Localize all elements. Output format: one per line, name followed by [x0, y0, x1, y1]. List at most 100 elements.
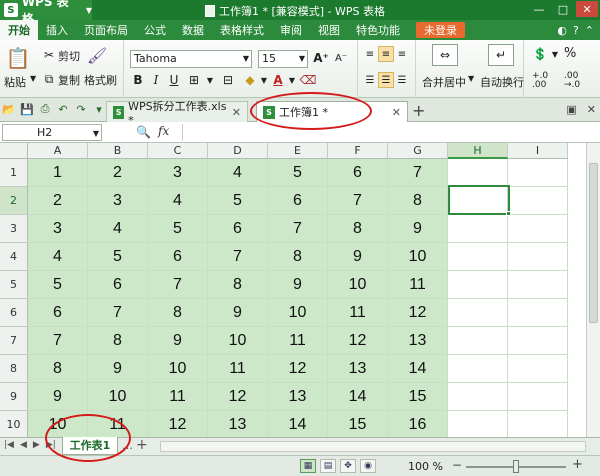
cell-f5[interactable]: 10 — [328, 271, 388, 299]
last-sheet-icon[interactable]: ▶| — [46, 440, 56, 450]
next-sheet-icon[interactable]: ▶ — [33, 440, 40, 450]
cell-g2[interactable]: 8 — [388, 187, 448, 215]
cell-h5[interactable] — [448, 271, 508, 299]
cell-g7[interactable]: 13 — [388, 327, 448, 355]
first-sheet-icon[interactable]: |◀ — [4, 440, 14, 450]
align-bottom-icon[interactable]: ≡ — [394, 46, 410, 62]
collapse-ribbon-icon[interactable]: ⌃ — [585, 24, 594, 37]
format-painter-button[interactable]: 格式刷 — [84, 72, 117, 88]
cell-a9[interactable]: 9 — [28, 383, 88, 411]
row-header-5[interactable]: 5 — [0, 271, 28, 299]
cell-d5[interactable]: 8 — [208, 271, 268, 299]
cell-c10[interactable]: 12 — [148, 411, 208, 439]
cell-c3[interactable]: 5 — [148, 215, 208, 243]
wrap-text-icon[interactable]: ↵ — [488, 44, 514, 66]
row-header-1[interactable]: 1 — [0, 159, 28, 187]
cell-g9[interactable]: 15 — [388, 383, 448, 411]
cell-i8[interactable] — [508, 355, 568, 383]
cell-d3[interactable]: 6 — [208, 215, 268, 243]
row-header-2[interactable]: 2 — [0, 187, 28, 215]
tab-page-layout[interactable]: 页面布局 — [76, 20, 136, 40]
column-header-b[interactable]: B — [88, 143, 148, 159]
cell-b6[interactable]: 7 — [88, 299, 148, 327]
cell-c8[interactable]: 10 — [148, 355, 208, 383]
column-header-h[interactable]: H — [448, 143, 508, 159]
fill-handle[interactable] — [506, 211, 511, 216]
cell-d2[interactable]: 5 — [208, 187, 268, 215]
cell-a3[interactable]: 3 — [28, 215, 88, 243]
more-sheets-button[interactable]: … — [122, 439, 133, 452]
cell-a10[interactable]: 10 — [28, 411, 88, 439]
percent-button[interactable]: % — [564, 46, 576, 61]
align-left-icon[interactable]: ☰ — [362, 72, 378, 88]
paste-icon[interactable]: 📋 — [6, 46, 31, 70]
vertical-scrollbar[interactable] — [586, 143, 600, 437]
cell-g1[interactable]: 7 — [388, 159, 448, 187]
cell-d10[interactable]: 13 — [208, 411, 268, 439]
cell-i4[interactable] — [508, 243, 568, 271]
app-menu-button[interactable]: S WPS 表格 ▼ — [0, 0, 92, 26]
cell-e10[interactable]: 14 — [268, 411, 328, 439]
currency-icon[interactable]: 💲 — [532, 46, 548, 62]
tab-insert[interactable]: 插入 — [38, 20, 76, 40]
paste-dropdown-icon[interactable]: ▼ — [30, 74, 36, 83]
merge-cells-icon[interactable]: ⊟ — [220, 72, 236, 88]
cell-g6[interactable]: 12 — [388, 299, 448, 327]
merge-dropdown-icon[interactable]: ▼ — [468, 74, 474, 83]
vertical-scroll-thumb[interactable] — [589, 163, 598, 323]
zoom-out-icon[interactable]: − — [452, 458, 462, 472]
cell-g5[interactable]: 11 — [388, 271, 448, 299]
cell-d7[interactable]: 10 — [208, 327, 268, 355]
cell-f4[interactable]: 9 — [328, 243, 388, 271]
cell-g10[interactable]: 16 — [388, 411, 448, 439]
cell-b1[interactable]: 2 — [88, 159, 148, 187]
cell-a7[interactable]: 7 — [28, 327, 88, 355]
tab-formulas[interactable]: 公式 — [136, 20, 174, 40]
tab-view[interactable]: 视图 — [310, 20, 348, 40]
cell-b10[interactable]: 11 — [88, 411, 148, 439]
increase-font-icon[interactable]: A⁺ — [313, 50, 329, 66]
font-size-select[interactable]: 15 ▼ — [258, 50, 308, 68]
cell-i10[interactable] — [508, 411, 568, 439]
cell-i6[interactable] — [508, 299, 568, 327]
wrap-text-button[interactable]: 自动换行 — [480, 74, 524, 90]
cell-i9[interactable] — [508, 383, 568, 411]
align-top-icon[interactable]: ≡ — [362, 46, 378, 62]
tab-table-style[interactable]: 表格样式 — [212, 20, 272, 40]
cell-a8[interactable]: 8 — [28, 355, 88, 383]
underline-icon[interactable]: U — [166, 72, 182, 88]
name-box[interactable]: H2 ▼ — [2, 124, 102, 141]
paste-button[interactable]: 粘贴 — [4, 74, 26, 90]
cell-i5[interactable] — [508, 271, 568, 299]
column-header-e[interactable]: E — [268, 143, 328, 159]
cell-b8[interactable]: 9 — [88, 355, 148, 383]
select-all-corner[interactable] — [0, 143, 28, 159]
cell-h6[interactable] — [448, 299, 508, 327]
scissors-icon[interactable]: ✂ — [42, 48, 56, 62]
cell-a5[interactable]: 5 — [28, 271, 88, 299]
new-tab-button[interactable]: + — [412, 101, 425, 120]
doc-tab-workbook1[interactable]: S 工作簿1 * ✕ — [256, 101, 408, 122]
font-name-select[interactable]: Tahoma ▼ — [130, 50, 252, 68]
close-icon[interactable]: ✕ — [576, 1, 598, 17]
print-icon[interactable]: ⎙ — [38, 102, 52, 116]
row-header-6[interactable]: 6 — [0, 299, 28, 327]
cell-f2[interactable]: 7 — [328, 187, 388, 215]
cell-f7[interactable]: 12 — [328, 327, 388, 355]
row-header-9[interactable]: 9 — [0, 383, 28, 411]
borders-dropdown-icon[interactable]: ▼ — [202, 72, 218, 88]
cell-e3[interactable]: 7 — [268, 215, 328, 243]
cell-g8[interactable]: 14 — [388, 355, 448, 383]
merge-center-button[interactable]: 合并居中 — [422, 74, 466, 90]
cell-e4[interactable]: 8 — [268, 243, 328, 271]
column-header-g[interactable]: G — [388, 143, 448, 159]
cell-b7[interactable]: 8 — [88, 327, 148, 355]
increase-decimal-button[interactable]: +.0 .00 — [532, 72, 560, 90]
formula-input[interactable] — [182, 124, 596, 141]
cell-e5[interactable]: 9 — [268, 271, 328, 299]
cell-b5[interactable]: 6 — [88, 271, 148, 299]
align-center-icon[interactable]: ☰ — [378, 72, 394, 88]
login-button[interactable]: 未登录 — [416, 22, 465, 38]
minimize-icon[interactable]: — — [528, 1, 550, 17]
currency-dropdown-icon[interactable]: ▼ — [550, 48, 560, 60]
